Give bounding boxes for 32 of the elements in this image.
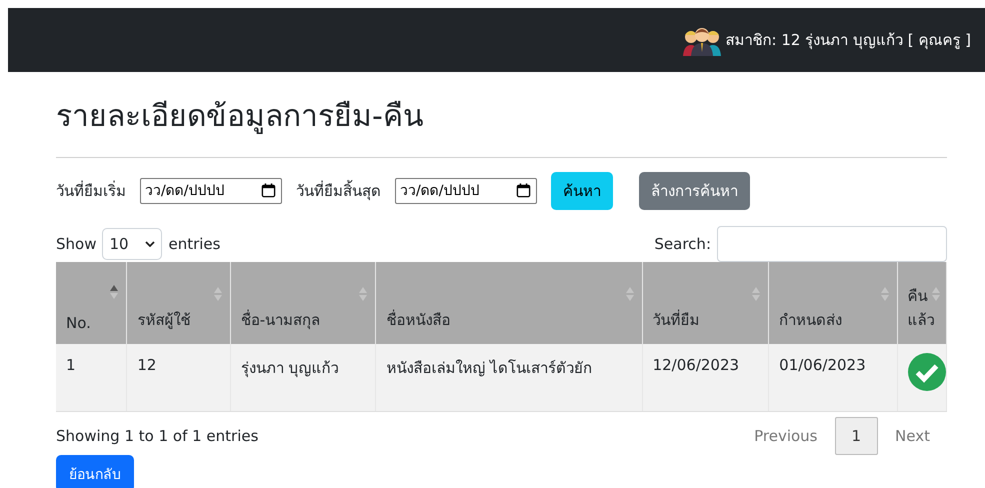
show-label: Show bbox=[56, 235, 96, 253]
chevron-down-icon bbox=[145, 241, 156, 247]
calendar-icon bbox=[516, 183, 531, 198]
column-header[interactable]: ชื่อหนังสือ bbox=[376, 262, 642, 344]
table-cell: 12 bbox=[126, 344, 230, 412]
table-cell: 1 bbox=[56, 344, 127, 412]
column-header[interactable]: ชื่อ-นามสกุล bbox=[230, 262, 376, 344]
user-name: สมาชิก: 12 รุ่งนภา บุญแก้ว [ คุณครู ] bbox=[726, 30, 971, 52]
date-field[interactable]: วว/ดด/ปปปป bbox=[140, 178, 282, 204]
date-label: วันที่ยืมเริ่ม bbox=[56, 180, 126, 202]
table-cell: 12/06/2023 bbox=[642, 344, 769, 412]
back-button[interactable]: ย้อนกลับ bbox=[56, 455, 134, 488]
entries-label: entries bbox=[168, 235, 220, 253]
page-link[interactable]: 1 bbox=[834, 417, 878, 455]
column-header[interactable]: กำหนดส่ง bbox=[768, 262, 898, 344]
page-title: รายละเอียดข้อมูลการยืม-คืน bbox=[56, 98, 425, 136]
column-header[interactable]: คืนแล้ว bbox=[897, 262, 946, 344]
column-header[interactable]: No. bbox=[56, 262, 127, 344]
table-cell: รุ่งนภา บุญแก้ว bbox=[230, 344, 376, 412]
table-info: Showing 1 to 1 of 1 entries bbox=[56, 427, 258, 445]
date-field[interactable]: วว/ดด/ปปปป bbox=[395, 178, 537, 204]
search-field[interactable] bbox=[717, 226, 947, 262]
search-button[interactable]: ค้นหา bbox=[551, 172, 613, 210]
column-header[interactable]: วันที่ยืม bbox=[642, 262, 769, 344]
entries-select[interactable]: 10 bbox=[102, 228, 162, 260]
calendar-icon bbox=[261, 183, 276, 198]
table-cell: 01/06/2023 bbox=[768, 344, 898, 412]
date-label: วันที่ยืมสิ้นสุด bbox=[296, 179, 381, 202]
table-cell: หนังสือเล่มใหญ่ ไดโนเสาร์ตัวยัก bbox=[376, 344, 642, 412]
column-header[interactable]: รหัสผู้ใช้ bbox=[126, 262, 230, 344]
clear-search-button[interactable]: ล้างการค้นหา bbox=[639, 172, 750, 210]
search-label: Search: bbox=[654, 235, 711, 253]
